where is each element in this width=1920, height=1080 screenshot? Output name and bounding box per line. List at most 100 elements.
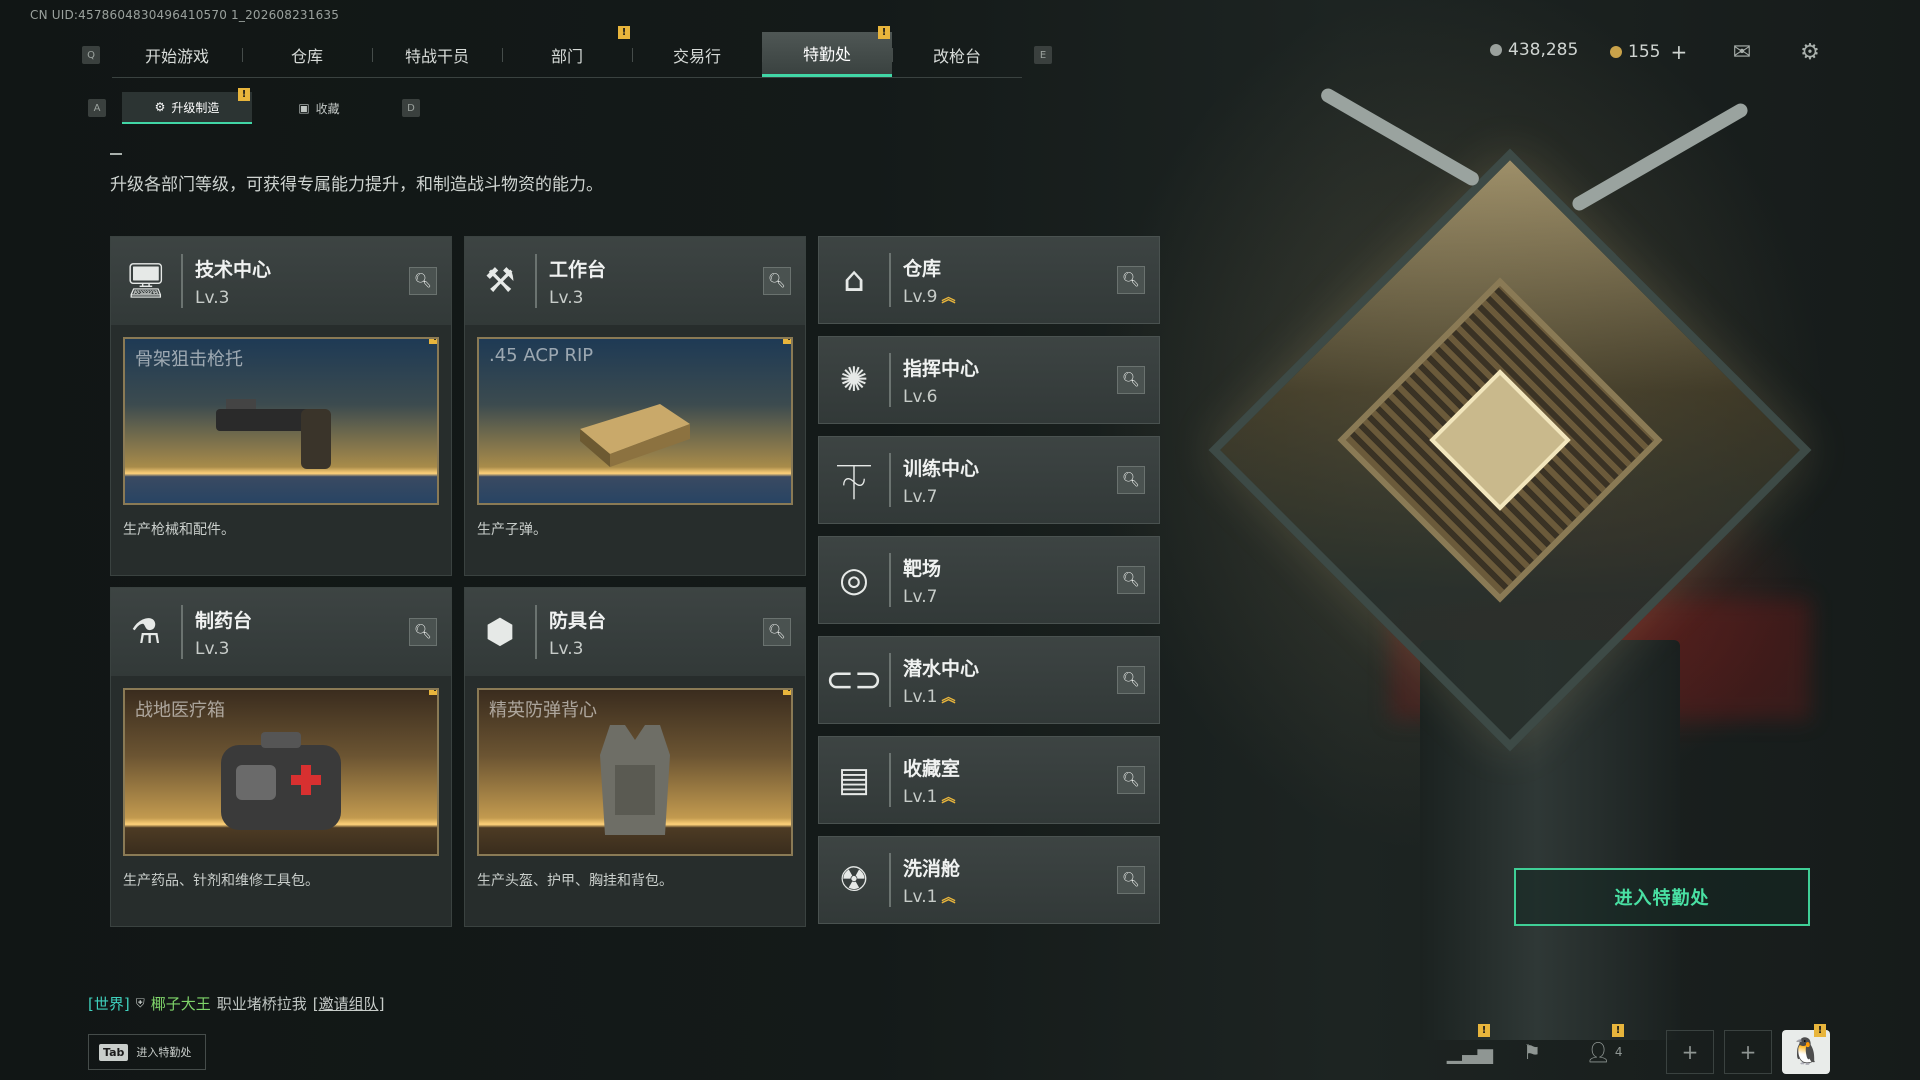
- add-teammate-slot-2[interactable]: +: [1724, 1030, 1772, 1074]
- silver-currency: 438,285: [1490, 40, 1578, 60]
- magnifier-icon: 🔍︎: [1122, 372, 1140, 388]
- tab-label: 改枪台: [932, 46, 981, 66]
- divider: [181, 254, 183, 308]
- mail-icon[interactable]: ✉: [1728, 40, 1756, 65]
- magnifier-icon: 🔍︎: [768, 624, 786, 640]
- add-teammate-slot-1[interactable]: +: [1666, 1030, 1714, 1074]
- next-subtab-key-hint[interactable]: D: [402, 99, 420, 117]
- dept-decon-chamber[interactable]: ☢ 洗消舱 Lv.1 ︽ 🔍︎: [818, 836, 1160, 924]
- tab-warehouse[interactable]: 仓库: [242, 32, 372, 77]
- divider: [889, 453, 891, 507]
- prev-tab-key-hint[interactable]: Q: [82, 46, 100, 64]
- tab-start-game[interactable]: 开始游戏: [112, 32, 242, 77]
- chat-channel[interactable]: [世界]: [88, 993, 130, 1014]
- dept-training-center[interactable]: ⏇ 训练中心 Lv.7 🔍︎: [818, 436, 1160, 524]
- dept-level: Lv.7: [903, 486, 938, 507]
- upgrade-chevron-icon: ︽: [941, 289, 956, 306]
- divider: [181, 605, 183, 659]
- search-button[interactable]: 🔍︎: [1117, 366, 1145, 394]
- description-marker: [110, 153, 122, 155]
- card-pharmacy[interactable]: ⚗ 制药台 Lv.3 🔍︎ 战地医疗箱 ! 生产药品、针剂和维修工具包。: [110, 587, 452, 927]
- chat-sender[interactable]: 椰子大王: [151, 993, 211, 1014]
- card-body: 精英防弹背心 ! 生产头盔、护甲、胸挂和背包。: [465, 676, 805, 926]
- enter-special-ops-button[interactable]: 进入特勤处: [1514, 868, 1810, 926]
- tab-label: 特战干员: [404, 46, 469, 66]
- magnifier-icon: 🔍︎: [1122, 472, 1140, 488]
- search-button[interactable]: 🔍︎: [409, 618, 437, 646]
- dept-shooting-range[interactable]: ◎ 靶场 Lv.7 🔍︎: [818, 536, 1160, 624]
- card-workbench[interactable]: ⚒ 工作台 Lv.3 🔍︎ .45 ACP RIP ! 生产子弹。: [464, 236, 806, 576]
- card-body: .45 ACP RIP ! 生产子弹。: [465, 325, 805, 575]
- notification-badge: !: [238, 88, 250, 101]
- prev-subtab-key-hint[interactable]: A: [88, 99, 106, 117]
- tab-operators[interactable]: 特战干员: [372, 32, 502, 77]
- tab-label: 部门: [550, 46, 583, 66]
- card-level: Lv.3: [549, 638, 584, 659]
- ammo-box-image: [580, 404, 690, 468]
- gear-arrow-icon: ⚙: [154, 100, 166, 114]
- notification-badge: !: [429, 690, 437, 695]
- search-button[interactable]: 🔍︎: [409, 267, 437, 295]
- notification-badge: !: [783, 690, 791, 695]
- search-button[interactable]: 🔍︎: [1117, 266, 1145, 294]
- card-title: 防具台: [549, 609, 607, 632]
- main-tabs: 开始游戏 仓库 特战干员 部门! 交易行 特勤处! 改枪台: [112, 26, 1022, 78]
- product-preview[interactable]: 战地医疗箱 !: [123, 688, 439, 856]
- dept-level: Lv.7: [903, 586, 938, 607]
- product-name: 骨架狙击枪托: [135, 349, 243, 370]
- subtab-collection[interactable]: ▣ 收藏: [254, 92, 384, 124]
- card-header: ⬢ 防具台 Lv.3 🔍︎: [465, 588, 805, 676]
- search-button[interactable]: 🔍︎: [1117, 466, 1145, 494]
- product-name: 精英防弹背心: [489, 700, 597, 721]
- tab-gunsmith[interactable]: 改枪台: [892, 32, 1022, 77]
- add-gold-button[interactable]: +: [1670, 40, 1687, 64]
- dept-warehouse[interactable]: ⌂ 仓库 Lv.9 ︽ 🔍︎: [818, 236, 1160, 324]
- divider: [889, 853, 891, 907]
- upgrade-chevron-icon: ︽: [941, 889, 956, 906]
- settings-gear-icon[interactable]: ⚙: [1796, 40, 1824, 65]
- tab-departments[interactable]: 部门!: [502, 26, 632, 77]
- tab-market[interactable]: 交易行: [632, 32, 762, 77]
- dept-title: 指挥中心: [903, 357, 980, 380]
- tab-special-ops[interactable]: 特勤处!: [762, 26, 892, 77]
- tab-shortcut-hint[interactable]: Tab 进入特勤处: [88, 1034, 206, 1070]
- gold-currency: 155 +: [1610, 40, 1687, 64]
- next-tab-key-hint[interactable]: E: [1034, 46, 1052, 64]
- dept-command-center[interactable]: ✺ 指挥中心 Lv.6 🔍︎: [818, 336, 1160, 424]
- product-preview[interactable]: 精英防弹背心 !: [477, 688, 793, 856]
- search-button[interactable]: 🔍︎: [763, 618, 791, 646]
- monitor-icon: 🖥: [124, 261, 168, 301]
- flag-icon[interactable]: ⚑: [1508, 1030, 1556, 1074]
- pharmacy-icon: ⚗: [130, 612, 162, 652]
- sub-nav: A ⚙ 升级制造 ! ▣ 收藏 D: [88, 88, 420, 124]
- diving-mask-icon: ⊂⊃: [825, 660, 883, 700]
- tab-label: 特勤处: [802, 45, 851, 64]
- chat-message: 职业堵桥拉我: [216, 995, 307, 1013]
- friends-icon[interactable]: 👤︎ 4!: [1580, 1024, 1628, 1074]
- card-level: Lv.3: [195, 287, 230, 308]
- dumbbell-icon: ⏇: [837, 463, 871, 504]
- dept-collection-room[interactable]: ▤ 收藏室 Lv.1 ︽ 🔍︎: [818, 736, 1160, 824]
- stats-chart-icon[interactable]: ▁▃▅!: [1446, 1024, 1494, 1074]
- dept-title: 洗消舱: [903, 857, 961, 880]
- divider: [889, 653, 891, 707]
- card-body: 战地医疗箱 ! 生产药品、针剂和维修工具包。: [111, 676, 451, 926]
- card-tech-center[interactable]: 🖥 技术中心 Lv.3 🔍︎ 骨架狙击枪托 ! 生产枪械和配件。: [110, 236, 452, 576]
- search-button[interactable]: 🔍︎: [763, 267, 791, 295]
- dept-title: 收藏室: [903, 757, 961, 780]
- search-button[interactable]: 🔍︎: [1117, 566, 1145, 594]
- search-button[interactable]: 🔍︎: [1117, 666, 1145, 694]
- player-uid: CN UID:4578604830496410570 1_20260823163…: [30, 8, 340, 22]
- subtab-upgrade-craft[interactable]: ⚙ 升级制造 !: [122, 88, 252, 124]
- product-preview[interactable]: 骨架狙击枪托 !: [123, 337, 439, 505]
- search-button[interactable]: 🔍︎: [1117, 766, 1145, 794]
- divider: [535, 254, 537, 308]
- product-preview[interactable]: .45 ACP RIP !: [477, 337, 793, 505]
- search-button[interactable]: 🔍︎: [1117, 866, 1145, 894]
- player-avatar[interactable]: 🐧!: [1782, 1024, 1830, 1074]
- card-header: ⚒ 工作台 Lv.3 🔍︎: [465, 237, 805, 325]
- dept-diving-center[interactable]: ⊂⊃ 潜水中心 Lv.1 ︽ 🔍︎: [818, 636, 1160, 724]
- card-armor-bench[interactable]: ⬢ 防具台 Lv.3 🔍︎ 精英防弹背心 ! 生产头盔、护甲、胸挂和背包。: [464, 587, 806, 927]
- invite-team-link[interactable]: [邀请组队]: [313, 993, 385, 1014]
- notification-badge: !: [1814, 1024, 1826, 1037]
